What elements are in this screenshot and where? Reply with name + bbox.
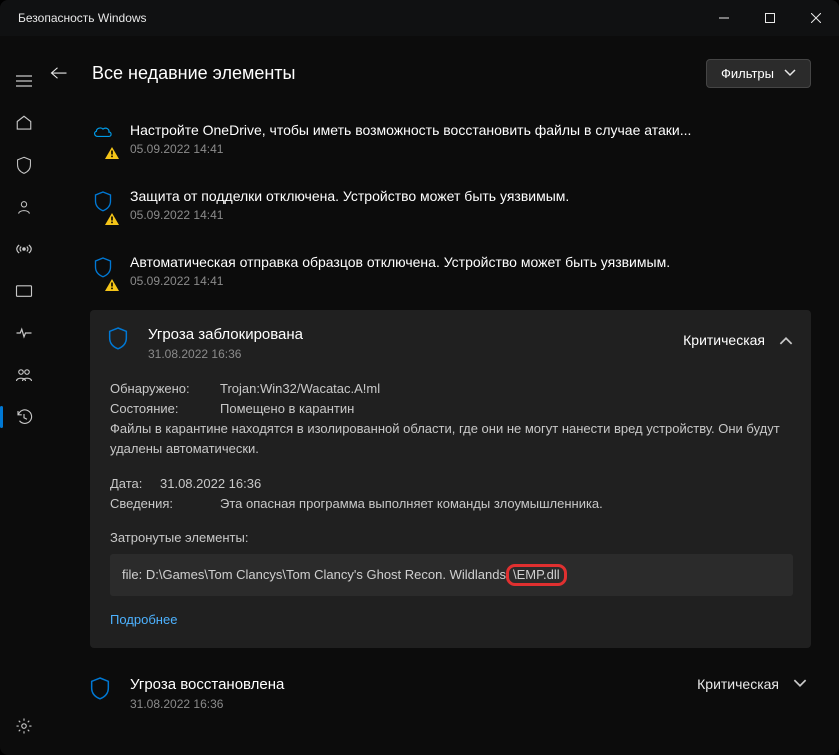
shield-icon — [108, 326, 134, 353]
account-icon[interactable] — [0, 186, 48, 228]
date-value: 31.08.2022 16:36 — [160, 474, 261, 494]
restored-item[interactable]: Угроза восстановлена 31.08.2022 16:36 Кр… — [90, 660, 811, 717]
window-root: Безопасность Windows — [0, 0, 839, 755]
threat-title: Угроза заблокирована — [148, 326, 669, 343]
notice-time: 05.09.2022 14:41 — [130, 208, 807, 222]
shield-icon — [90, 254, 116, 288]
page-title: Все недавние элементы — [92, 63, 690, 84]
detected-label: Обнаружено: — [110, 379, 220, 399]
history-icon[interactable] — [0, 396, 48, 438]
titlebar: Безопасность Windows — [0, 0, 839, 36]
settings-icon[interactable] — [0, 705, 48, 747]
restored-title: Угроза восстановлена — [130, 676, 683, 693]
device-health-icon[interactable] — [0, 312, 48, 354]
chevron-down-icon[interactable] — [793, 679, 807, 688]
restored-severity: Критическая — [697, 676, 779, 692]
notice-title: Автоматическая отправка образцов отключе… — [130, 254, 807, 270]
warning-badge-icon — [105, 213, 119, 225]
affected-label: Затронутые элементы: — [110, 528, 793, 548]
notice-time: 05.09.2022 14:41 — [130, 142, 807, 156]
quarantine-note: Файлы в карантине находятся в изолирован… — [110, 419, 793, 459]
firewall-icon[interactable] — [0, 228, 48, 270]
minimize-button[interactable] — [701, 0, 747, 36]
notice-title: Настройте OneDrive, чтобы иметь возможно… — [130, 122, 807, 138]
chevron-down-icon — [784, 69, 796, 77]
affected-items: file: D:\Games\Tom Clancys\Tom Clancy's … — [110, 554, 793, 596]
nav-rail — [0, 36, 48, 755]
home-icon[interactable] — [0, 102, 48, 144]
more-link[interactable]: Подробнее — [110, 610, 793, 630]
items-list[interactable]: Настройте OneDrive, чтобы иметь возможно… — [48, 102, 839, 755]
app-browser-icon[interactable] — [0, 270, 48, 312]
content: Все недавние элементы Фильтры Настройте … — [48, 36, 839, 755]
shield-icon — [90, 676, 116, 703]
threat-time: 31.08.2022 16:36 — [148, 347, 669, 361]
filters-button[interactable]: Фильтры — [706, 59, 811, 88]
threat-card: Угроза заблокирована 31.08.2022 16:36 Кр… — [90, 310, 811, 648]
state-label: Состояние: — [110, 399, 220, 419]
details-value: Эта опасная программа выполняет команды … — [220, 494, 603, 514]
warning-badge-icon — [105, 279, 119, 291]
body: Все недавние элементы Фильтры Настройте … — [0, 36, 839, 755]
family-icon[interactable] — [0, 354, 48, 396]
notice-item[interactable]: Защита от подделки отключена. Устройство… — [90, 174, 811, 240]
maximize-button[interactable] — [747, 0, 793, 36]
chevron-up-icon[interactable] — [779, 336, 793, 345]
affected-highlight: \EMP.dll — [506, 564, 567, 586]
restored-time: 31.08.2022 16:36 — [130, 697, 683, 711]
state-value: Помещено в карантин — [220, 399, 354, 419]
threat-details: Обнаружено: Trojan:Win32/Wacatac.A!ml Со… — [108, 361, 793, 630]
notice-title: Защита от подделки отключена. Устройство… — [130, 188, 807, 204]
details-label: Сведения: — [110, 494, 220, 514]
shield-icon[interactable] — [0, 144, 48, 186]
threat-severity: Критическая — [683, 332, 765, 348]
warning-badge-icon — [105, 147, 119, 159]
header-row: Все недавние элементы Фильтры — [48, 36, 839, 102]
detected-value: Trojan:Win32/Wacatac.A!ml — [220, 379, 380, 399]
notice-item[interactable]: Настройте OneDrive, чтобы иметь возможно… — [90, 108, 811, 174]
onedrive-icon — [90, 122, 116, 156]
window-title: Безопасность Windows — [18, 11, 701, 25]
affected-prefix: file: D:\Games\Tom Clancys\Tom Clancy's … — [122, 567, 506, 582]
notice-time: 05.09.2022 14:41 — [130, 274, 807, 288]
shield-icon — [90, 188, 116, 222]
back-button[interactable] — [48, 56, 76, 90]
threat-header[interactable]: Угроза заблокирована 31.08.2022 16:36 Кр… — [108, 326, 793, 361]
close-button[interactable] — [793, 0, 839, 36]
notice-item[interactable]: Автоматическая отправка образцов отключе… — [90, 240, 811, 306]
menu-icon[interactable] — [0, 60, 48, 102]
filters-label: Фильтры — [721, 66, 774, 81]
date-label: Дата: — [110, 474, 160, 494]
